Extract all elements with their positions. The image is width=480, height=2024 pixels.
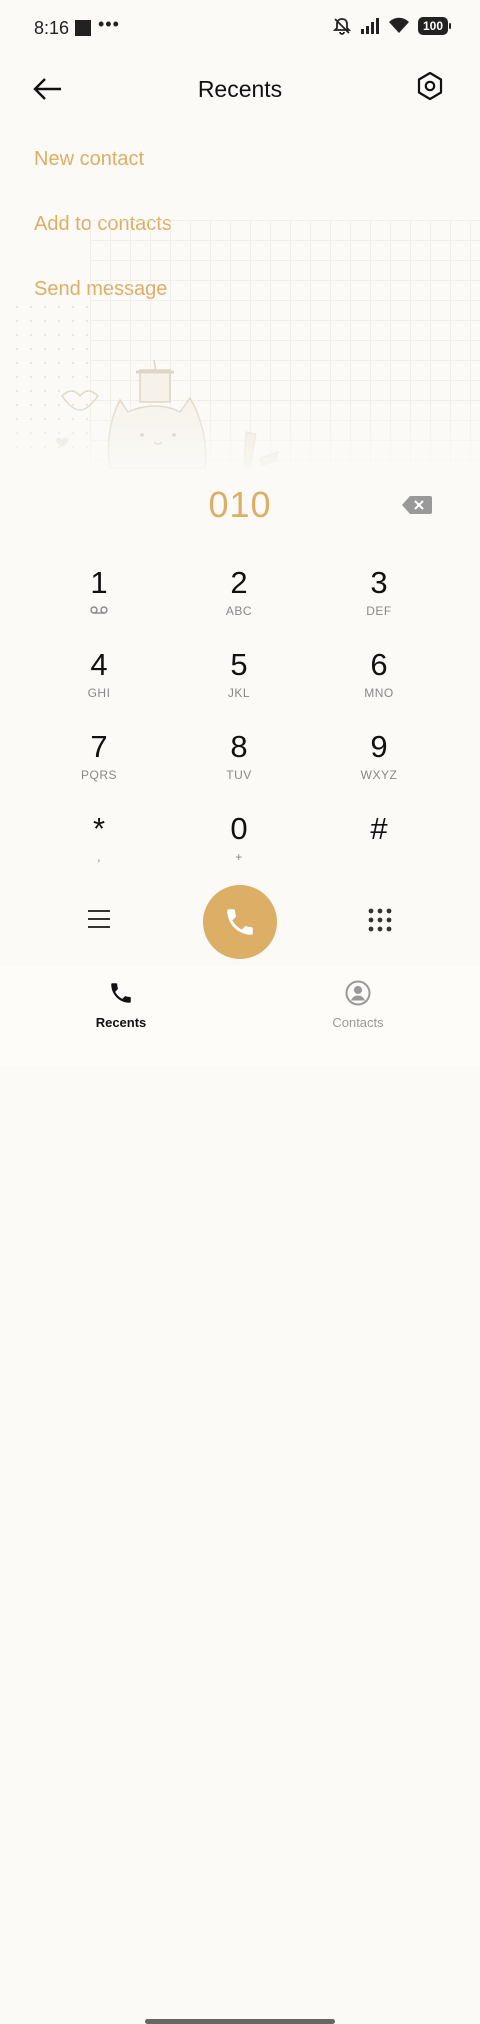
key-digit: 2 [230, 565, 248, 600]
bottom-navigation: Recents Contacts [0, 966, 480, 2024]
key-letters: MNO [364, 686, 394, 700]
key-6[interactable]: 6 MNO [329, 648, 429, 718]
key-letters: ABC [225, 604, 253, 618]
key-letters: + [235, 850, 243, 864]
hamburger-icon [88, 910, 110, 928]
call-button[interactable] [203, 885, 277, 959]
tab-recents-label: Recents [95, 1015, 147, 1030]
key-letters: PQRS [80, 768, 117, 782]
key-digit: 3 [370, 565, 388, 600]
notification-square-icon [75, 20, 91, 36]
more-notifications-icon: ••• [98, 14, 120, 34]
key-letters: , [97, 850, 101, 864]
phone-icon [111, 983, 131, 1003]
voicemail-icon [49, 604, 149, 618]
tab-contacts[interactable]: Contacts [298, 980, 418, 1030]
settings-button[interactable] [414, 70, 450, 106]
home-indicator[interactable] [145, 2019, 335, 2024]
key-hash[interactable]: # [329, 812, 429, 882]
key-letters: DEF [366, 604, 392, 618]
key-digit: * [92, 811, 106, 846]
key-star[interactable]: * , [49, 812, 149, 882]
page-title: Recents [197, 76, 283, 102]
status-bar: 8:16 ••• 100 [0, 0, 480, 56]
status-icons: 100 [332, 16, 452, 36]
key-2[interactable]: 2 ABC [189, 566, 289, 636]
dialpad-icon [368, 908, 392, 932]
app-header: Recents [0, 60, 480, 120]
key-letters: GHI [87, 686, 111, 700]
person-circle-icon [345, 980, 371, 1006]
phone-icon [227, 909, 253, 935]
key-digit: 9 [370, 729, 388, 764]
key-digit: 0 [230, 811, 248, 846]
dialpad-button[interactable] [366, 906, 394, 934]
settings-icon [417, 71, 443, 101]
key-8[interactable]: 8 TUV [189, 730, 289, 800]
backspace-button[interactable] [402, 495, 432, 515]
backspace-icon [402, 496, 432, 514]
key-digit: 5 [230, 647, 248, 682]
key-7[interactable]: 7 PQRS [49, 730, 149, 800]
key-digit: 4 [90, 647, 108, 682]
key-4[interactable]: 4 GHI [49, 648, 149, 718]
key-digit: 6 [370, 647, 388, 682]
muted-bell-icon [332, 18, 352, 35]
key-digit: 8 [230, 729, 248, 764]
key-letters: WXYZ [360, 768, 398, 782]
tab-contacts-label: Contacts [332, 1015, 384, 1030]
wallpaper-fade [0, 400, 480, 480]
key-digit: 7 [90, 729, 108, 764]
status-time: 8:16 [34, 18, 70, 38]
key-5[interactable]: 5 JKL [189, 648, 289, 718]
key-9[interactable]: 9 WXYZ [329, 730, 429, 800]
battery-icon: 100 [417, 17, 452, 35]
signal-icon [360, 18, 379, 34]
key-1[interactable]: 1 [49, 566, 149, 636]
key-digit: # [370, 811, 388, 846]
wifi-icon [388, 17, 409, 33]
key-letters: JKL [227, 686, 251, 700]
key-3[interactable]: 3 DEF [329, 566, 429, 636]
key-0[interactable]: 0 + [189, 812, 289, 882]
menu-button[interactable] [86, 906, 112, 932]
tab-recents[interactable]: Recents [61, 980, 181, 1030]
new-contact-option[interactable]: New contact [34, 148, 144, 171]
key-digit: 1 [90, 565, 108, 600]
key-letters: TUV [226, 768, 252, 782]
